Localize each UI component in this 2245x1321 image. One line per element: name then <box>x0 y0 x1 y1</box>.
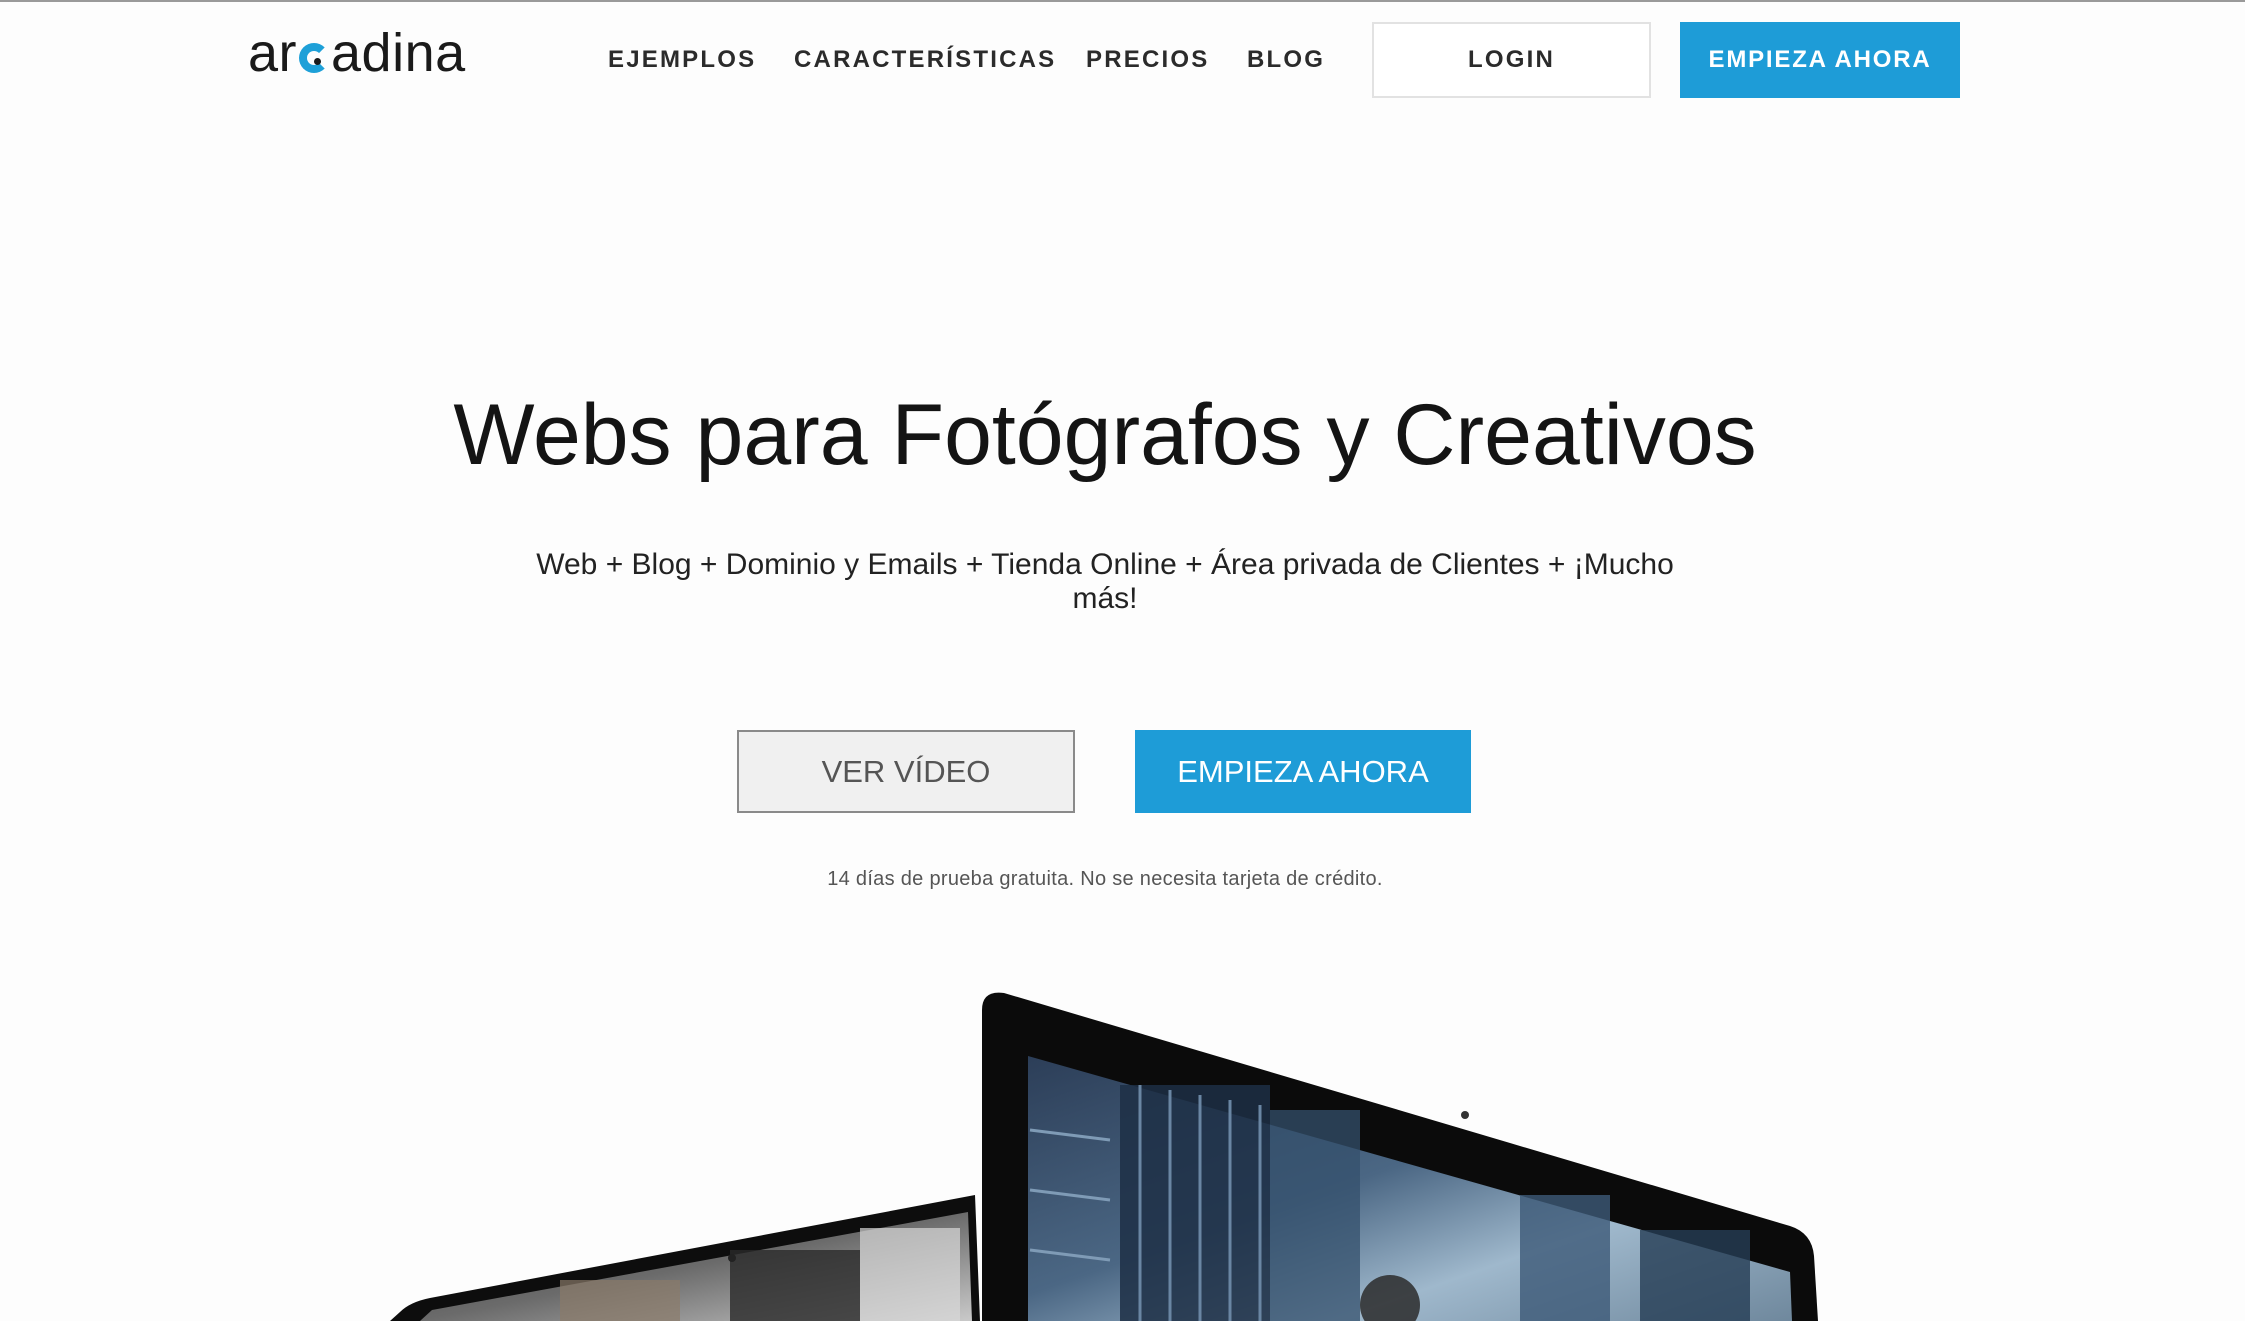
logo-text-prefix: ar <box>248 23 298 83</box>
nav-item-blog[interactable]: BLOG <box>1247 46 1325 74</box>
nav-item-ejemplos[interactable]: EJEMPLOS <box>608 46 756 74</box>
hero-title: Webs para Fotógrafos y Creativos <box>453 387 1757 483</box>
monitor-icon <box>982 992 1818 1321</box>
login-button[interactable]: LOGIN <box>1372 22 1651 98</box>
arcadina-logo[interactable]: ar adina <box>248 22 466 92</box>
devices-illustration <box>390 992 1818 1321</box>
logo-text-suffix: adina <box>331 23 466 83</box>
trial-note: 14 días de prueba gratuita. No se necesi… <box>827 868 1383 890</box>
laptop-icon <box>390 1195 980 1321</box>
nav-item-precios[interactable]: PRECIOS <box>1086 46 1209 74</box>
logo-c-icon <box>299 43 330 73</box>
site-header: ar adina EJEMPLOS CARACTERÍSTICAS PRECIOS… <box>0 2 2245 118</box>
hero-subtitle: Web + Blog + Dominio y Emails + Tienda O… <box>536 548 1674 615</box>
start-now-header-button[interactable]: EMPIEZA AHORA <box>1680 22 1960 98</box>
start-now-hero-button[interactable]: EMPIEZA AHORA <box>1135 730 1471 813</box>
nav-item-caracteristicas[interactable]: CARACTERÍSTICAS <box>794 46 1056 74</box>
devices-showcase <box>0 960 2245 1321</box>
watch-video-button[interactable]: VER VÍDEO <box>737 730 1075 813</box>
